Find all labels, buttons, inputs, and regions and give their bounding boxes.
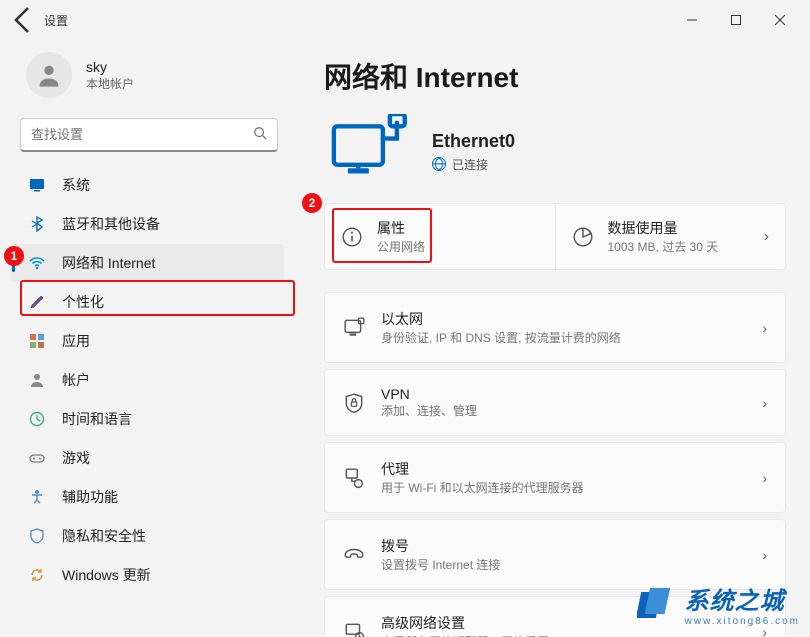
gaming-icon <box>28 449 46 467</box>
usage-sub: 1003 MB, 过去 30 天 <box>608 238 719 255</box>
row-sub: 查看所有网络适配器，网络重置 <box>381 633 549 637</box>
row-title: 以太网 <box>381 309 621 329</box>
accessibility-icon <box>28 488 46 506</box>
chevron-right-icon: › <box>762 320 767 336</box>
sidebar-item-label: 帐户 <box>62 370 90 390</box>
watermark-url: www.xitong86.com <box>685 616 800 627</box>
sidebar-item-label: 蓝牙和其他设备 <box>62 214 160 234</box>
sidebar-item-label: Windows 更新 <box>62 565 151 585</box>
user-profile[interactable]: sky 本地帐户 <box>10 48 284 114</box>
search-icon <box>253 126 267 143</box>
sidebar-item-accounts[interactable]: 帐户 <box>10 361 284 399</box>
sidebar-item-gaming[interactable]: 游戏 <box>10 439 284 477</box>
ethernet-monitor-icon <box>328 114 408 189</box>
usage-card[interactable]: 数据使用量 1003 MB, 过去 30 天 › <box>555 203 787 270</box>
usage-title: 数据使用量 <box>608 218 719 238</box>
watermark-text: 系统之城 <box>685 588 785 615</box>
dialup-icon <box>343 544 365 566</box>
sidebar-item-personalization[interactable]: 个性化 <box>10 283 284 321</box>
row-title: VPN <box>381 386 477 402</box>
shield-icon <box>28 527 46 545</box>
chevron-right-icon: › <box>762 470 767 486</box>
row-ethernet[interactable]: 以太网身份验证, IP 和 DNS 设置, 按流量计费的网络 › <box>324 292 786 363</box>
advanced-network-icon <box>343 621 365 637</box>
row-proxy[interactable]: 代理用于 Wi-Fi 和以太网连接的代理服务器 › <box>324 442 786 513</box>
row-title: 拨号 <box>381 536 500 556</box>
search-box[interactable] <box>20 118 278 152</box>
proxy-icon <box>343 467 365 489</box>
globe-icon <box>432 157 446 171</box>
properties-title: 属性 <box>377 218 425 238</box>
sidebar-item-accessibility[interactable]: 辅助功能 <box>10 478 284 516</box>
update-icon <box>28 566 46 584</box>
row-vpn[interactable]: VPN添加、连接、管理 › <box>324 369 786 436</box>
row-sub: 添加、连接、管理 <box>381 402 477 419</box>
row-title: 高级网络设置 <box>381 613 549 633</box>
close-button[interactable] <box>758 4 802 36</box>
row-title: 代理 <box>381 459 584 479</box>
row-dialup[interactable]: 拨号设置拨号 Internet 连接 › <box>324 519 786 590</box>
account-icon <box>28 371 46 389</box>
network-header: Ethernet0 已连接 <box>324 114 786 203</box>
chevron-right-icon: › <box>762 547 767 563</box>
properties-sub: 公用网络 <box>377 238 425 255</box>
sidebar-item-label: 游戏 <box>62 448 90 468</box>
sidebar-item-bluetooth[interactable]: 蓝牙和其他设备 <box>10 205 284 243</box>
sidebar-item-time[interactable]: 时间和语言 <box>10 400 284 438</box>
sidebar-item-apps[interactable]: 应用 <box>10 322 284 360</box>
wifi-icon <box>28 254 46 272</box>
window-title: 设置 <box>44 12 68 29</box>
back-button[interactable] <box>8 4 40 36</box>
sidebar-item-label: 辅助功能 <box>62 487 118 507</box>
system-icon <box>28 176 46 194</box>
shield-lock-icon <box>343 392 365 414</box>
properties-card[interactable]: 属性 公用网络 <box>324 203 555 270</box>
sidebar-item-label: 网络和 Internet <box>62 253 155 273</box>
apps-icon <box>28 332 46 350</box>
sidebar-item-network[interactable]: 网络和 Internet <box>10 244 284 282</box>
avatar-icon <box>26 52 72 98</box>
maximize-button[interactable] <box>714 4 758 36</box>
row-sub: 用于 Wi-Fi 和以太网连接的代理服务器 <box>381 479 584 496</box>
sidebar-item-update[interactable]: Windows 更新 <box>10 556 284 594</box>
sidebar-item-label: 应用 <box>62 331 90 351</box>
watermark: 系统之城 www.xitong86.com <box>637 581 800 627</box>
sidebar-item-privacy[interactable]: 隐私和安全性 <box>10 517 284 555</box>
chevron-right-icon: › <box>764 228 769 246</box>
user-type: 本地帐户 <box>86 75 134 92</box>
sidebar-item-label: 系统 <box>62 175 90 195</box>
bluetooth-icon <box>28 215 46 233</box>
user-name: sky <box>86 59 134 75</box>
row-sub: 身份验证, IP 和 DNS 设置, 按流量计费的网络 <box>381 329 621 346</box>
network-name: Ethernet0 <box>432 131 515 152</box>
minimize-button[interactable] <box>670 4 714 36</box>
ethernet-icon <box>343 317 365 339</box>
sidebar-item-label: 时间和语言 <box>62 409 132 429</box>
chart-icon <box>572 226 594 248</box>
sidebar-item-label: 隐私和安全性 <box>62 526 146 546</box>
clock-icon <box>28 410 46 428</box>
brush-icon <box>28 293 46 311</box>
info-icon <box>341 226 363 248</box>
chevron-right-icon: › <box>762 395 767 411</box>
page-title: 网络和 Internet <box>324 56 786 96</box>
search-input[interactable] <box>31 127 253 142</box>
network-status: 已连接 <box>452 156 488 173</box>
sidebar-item-label: 个性化 <box>62 292 104 312</box>
sidebar-item-system[interactable]: 系统 <box>10 166 284 204</box>
row-sub: 设置拨号 Internet 连接 <box>381 556 500 573</box>
